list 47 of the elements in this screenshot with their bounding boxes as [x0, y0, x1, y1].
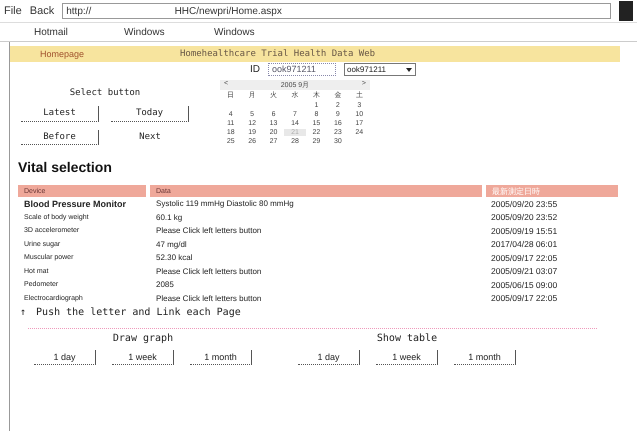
- id-dropdown[interactable]: ook971211: [344, 63, 416, 76]
- period-button[interactable]: 1 day: [298, 350, 360, 365]
- favorite-link[interactable]: Windows: [214, 26, 304, 38]
- period-button[interactable]: 1 week: [376, 350, 438, 365]
- table-cell-text: Please Click left letters button: [155, 266, 262, 276]
- table-cell-text: 2005/06/15 09:00: [491, 280, 558, 290]
- favorite-link[interactable]: Windows: [124, 26, 214, 38]
- app-icon: [619, 1, 633, 21]
- id-field[interactable]: ook971211: [268, 63, 336, 76]
- site-title: Homehealthcare Trial Health Data Web: [180, 49, 376, 59]
- link-button[interactable]: Before: [21, 130, 99, 145]
- homepage-link[interactable]: Homepage: [10, 49, 180, 59]
- table-cell-text: 2017/04/28 06:01: [491, 239, 558, 250]
- hint-text: Push the letter and Link each Page: [36, 307, 241, 318]
- period-button[interactable]: 1 day: [34, 350, 96, 365]
- table-cell-text: 2005/09/17 22:05: [491, 252, 558, 263]
- table-cell-text: 2005/09/19 15:51: [491, 226, 558, 236]
- link-button[interactable]: Latest: [21, 106, 99, 122]
- section-heading: Vital selection: [18, 159, 113, 175]
- device-link[interactable]: Blood Pressure Monitor: [18, 198, 148, 209]
- table-cell-text: Please Click left letters button: [155, 294, 262, 303]
- select-caption: Select button: [70, 88, 140, 98]
- table-cell-text: 47 mg/dl: [155, 240, 188, 249]
- next-link[interactable]: Next: [139, 130, 161, 145]
- back-button[interactable]: Back: [30, 5, 54, 17]
- table-cell-text: 2005/09/21 03:07: [491, 266, 558, 276]
- table-cell-text: 2085: [155, 280, 175, 290]
- table-cell-text: 52.30 kcal: [155, 253, 194, 262]
- table-cell-text: 2005/09/20 23:52: [491, 212, 558, 222]
- period-button[interactable]: 1 month: [190, 350, 252, 365]
- period-button[interactable]: 1 week: [112, 350, 174, 365]
- id-label: ID: [250, 64, 260, 75]
- table-cell-text: 2005/09/20 23:55: [491, 198, 558, 209]
- table-cell-text: Please Click left letters button: [155, 226, 262, 236]
- table-cell-text: Systolic 119 mmHg Diastolic 80 mmHg: [155, 199, 295, 208]
- up-arrow-icon: ↑: [20, 307, 26, 318]
- dropdown-arrow-icon: [405, 66, 413, 74]
- column-header: 最新測定日時: [486, 185, 618, 197]
- period-button[interactable]: 1 month: [454, 350, 516, 365]
- section-title: Show table: [376, 333, 438, 344]
- table-cell-text: 60.1 kg: [155, 212, 184, 222]
- file-menu[interactable]: File: [4, 5, 22, 17]
- favorite-link[interactable]: Hotmail: [34, 26, 124, 38]
- table-cell-text: 2005/09/17 22:05: [491, 293, 558, 304]
- address-field[interactable]: http:// HHC/newpri/Home.aspx: [62, 3, 611, 19]
- link-button[interactable]: Today: [111, 106, 189, 122]
- section-title: Draw graph: [112, 333, 174, 344]
